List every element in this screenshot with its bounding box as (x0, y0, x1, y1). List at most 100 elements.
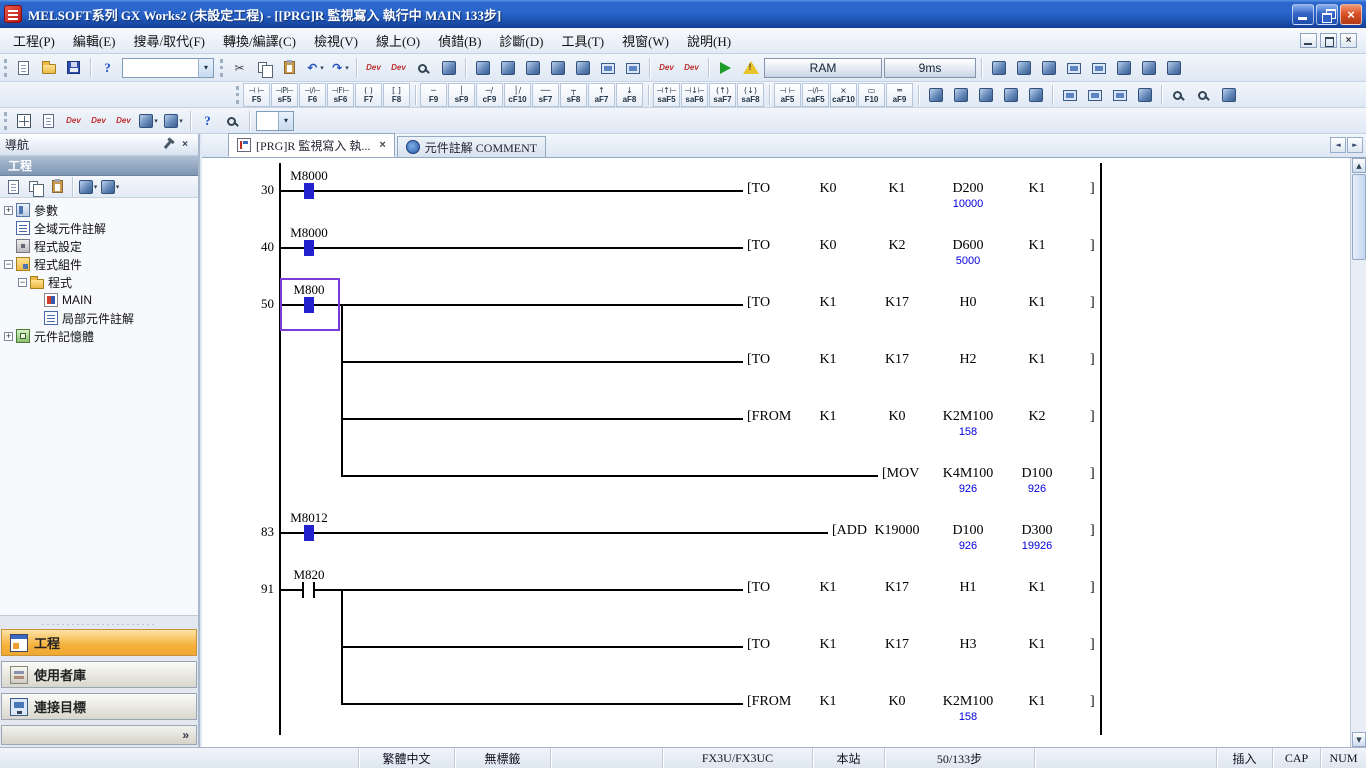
minimize-button[interactable] (1292, 4, 1314, 25)
sort-icon[interactable]: ▾ (77, 177, 99, 197)
zoom-out-icon[interactable] (1191, 83, 1216, 107)
zoom-in-icon[interactable] (1166, 83, 1191, 107)
operand-K1[interactable]: K1 (989, 238, 1085, 254)
scrollbar-thumb[interactable] (1352, 174, 1366, 260)
undo-icon[interactable]: ↶▾ (302, 56, 327, 80)
expand-icon[interactable]: + (4, 332, 13, 341)
tab-scroll-right-icon[interactable]: ► (1347, 137, 1363, 153)
panel-close-icon[interactable]: × (177, 138, 193, 152)
menu-debug[interactable]: 偵錯(B) (429, 27, 490, 54)
tree-item-global-device-comment[interactable]: 全域元件註解 (0, 219, 198, 237)
monitor-stop-icon[interactable] (620, 56, 645, 80)
fkey-sF9-button[interactable]: │sF9 (448, 83, 475, 107)
toolbar-gripper[interactable] (220, 59, 223, 77)
fkey-F6-button[interactable]: ⊣/⊢F6 (299, 83, 326, 107)
panel-splitter-dots[interactable] (0, 619, 198, 629)
help-icon[interactable]: ? (95, 56, 120, 80)
docking-window-icon[interactable]: ▾ (161, 109, 186, 133)
ladder-edit-mode-icon[interactable] (986, 56, 1011, 80)
toolbar-gripper[interactable] (4, 59, 7, 77)
device-display-all-icon[interactable]: Dev (386, 56, 411, 80)
ladder-block-icon[interactable] (998, 83, 1023, 107)
tab-close-icon[interactable]: × (379, 139, 385, 151)
display-target-combo[interactable]: ▾ (256, 111, 294, 131)
mdi-close-button[interactable]: × (1340, 33, 1357, 48)
display-filter-icon[interactable]: ▾ (99, 177, 121, 197)
close-button[interactable]: × (1340, 4, 1362, 25)
tree-item-parameter[interactable]: +參數 (0, 201, 198, 219)
save-project-icon[interactable] (61, 56, 86, 80)
dropdown-arrow-icon[interactable]: ▾ (320, 64, 324, 72)
fkey-F10-button[interactable]: ▭F10 (858, 83, 885, 107)
redo-icon[interactable]: ↷▾ (327, 56, 352, 80)
menu-online[interactable]: 線上(O) (367, 27, 429, 54)
monitor-mode-icon[interactable] (1061, 56, 1086, 80)
fkey-saF5-button[interactable]: ⊣↑⊢saF5 (653, 83, 680, 107)
paste-item-icon[interactable] (46, 177, 68, 197)
tree-item-program-setting[interactable]: 程式設定 (0, 237, 198, 255)
view-button-connection-destination[interactable]: 連接目標 (1, 693, 197, 720)
scroll-down-icon[interactable]: ▼ (1352, 732, 1366, 747)
tree-item-device-memory[interactable]: +元件記憶體 (0, 327, 198, 345)
tab-main-program[interactable]: [PRG]R 監視寫入 執...× (228, 133, 395, 157)
fkey-F7-button[interactable]: ( )F7 (355, 83, 382, 107)
instruction-TO[interactable]: [TO (747, 295, 770, 311)
collapse-icon[interactable]: − (18, 278, 27, 287)
device-batch-monitor-icon[interactable]: Dev (679, 56, 704, 80)
operand-D100[interactable]: D100 (989, 466, 1085, 482)
tree-item-main-program[interactable]: MAIN (0, 291, 198, 309)
fkey-sF5-button[interactable]: ⊣P⊢sF5 (271, 83, 298, 107)
expand-icon[interactable]: + (4, 206, 13, 215)
energized-contact[interactable] (304, 525, 314, 541)
device-display-format3-icon[interactable]: Dev (111, 109, 136, 133)
instruction-TO[interactable]: [TO (747, 238, 770, 254)
display-format-icon[interactable]: ▾ (136, 109, 161, 133)
simulation-start-icon[interactable] (713, 56, 738, 80)
online-program-change-icon[interactable] (520, 56, 545, 80)
fkey-sF7-button[interactable]: ──sF7 (532, 83, 559, 107)
fkey-saF8-button[interactable]: (↓)saF8 (737, 83, 764, 107)
restore-button[interactable] (1316, 4, 1338, 25)
fkey-aF7-button[interactable]: ↑aF7 (588, 83, 615, 107)
device-test-icon[interactable]: Dev (654, 56, 679, 80)
tree-item-local-device-comment[interactable]: 局部元件註解 (0, 309, 198, 327)
fkey-sF8-button[interactable]: ┬sF8 (560, 83, 587, 107)
fkey-F8-button[interactable]: [ ]F8 (383, 83, 410, 107)
paste-icon[interactable] (277, 56, 302, 80)
write-to-plc-icon[interactable] (570, 56, 595, 80)
fkey-saF6-button[interactable]: ⊣↓⊢saF6 (681, 83, 708, 107)
menu-window[interactable]: 視窗(W) (613, 27, 678, 54)
new-project-icon[interactable] (11, 56, 36, 80)
scroll-up-icon[interactable]: ▲ (1352, 158, 1366, 173)
fkey-sF6-button[interactable]: ⊣F⊢sF6 (327, 83, 354, 107)
tree-item-pou[interactable]: −程式組件 (0, 255, 198, 273)
contact-bar[interactable] (313, 582, 315, 598)
program-check-icon[interactable] (470, 56, 495, 80)
device-display-icon[interactable]: Dev (361, 56, 386, 80)
view-button-project[interactable]: 工程 (1, 629, 197, 656)
operand-K1[interactable]: K1 (989, 181, 1085, 197)
dropdown-arrow-icon[interactable]: ▾ (278, 112, 293, 130)
tree-item-program[interactable]: −程式 (0, 273, 198, 291)
build-icon[interactable] (495, 56, 520, 80)
dropdown-arrow-icon[interactable]: ▾ (345, 64, 349, 72)
contact-bar[interactable] (302, 582, 304, 598)
dropdown-arrow-icon[interactable]: ▾ (154, 117, 158, 125)
tab-device-comment[interactable]: 元件註解 COMMENT (397, 136, 546, 157)
read-mode-icon[interactable] (1011, 56, 1036, 80)
quick-access-combo[interactable]: ▾ (122, 58, 214, 78)
fkey-caF10-button[interactable]: ×caF10 (830, 83, 857, 107)
operand-K1[interactable]: K1 (989, 637, 1085, 653)
view-button-user-library[interactable]: 使用者庫 (1, 661, 197, 688)
watch-window-icon[interactable] (1082, 83, 1107, 107)
monitor-condition-icon[interactable] (1057, 83, 1082, 107)
write-mode-icon[interactable] (1036, 56, 1061, 80)
copy-icon[interactable] (252, 56, 277, 80)
menu-diagnostics[interactable]: 診斷(D) (490, 27, 552, 54)
operand-K1[interactable]: K1 (989, 694, 1085, 710)
fkey-F9-button[interactable]: ─F9 (420, 83, 447, 107)
toolbar-gripper[interactable] (4, 112, 7, 130)
operand-K1[interactable]: K1 (989, 352, 1085, 368)
operand-D300[interactable]: D300 (989, 523, 1085, 539)
find-in-project-icon[interactable] (220, 109, 245, 133)
